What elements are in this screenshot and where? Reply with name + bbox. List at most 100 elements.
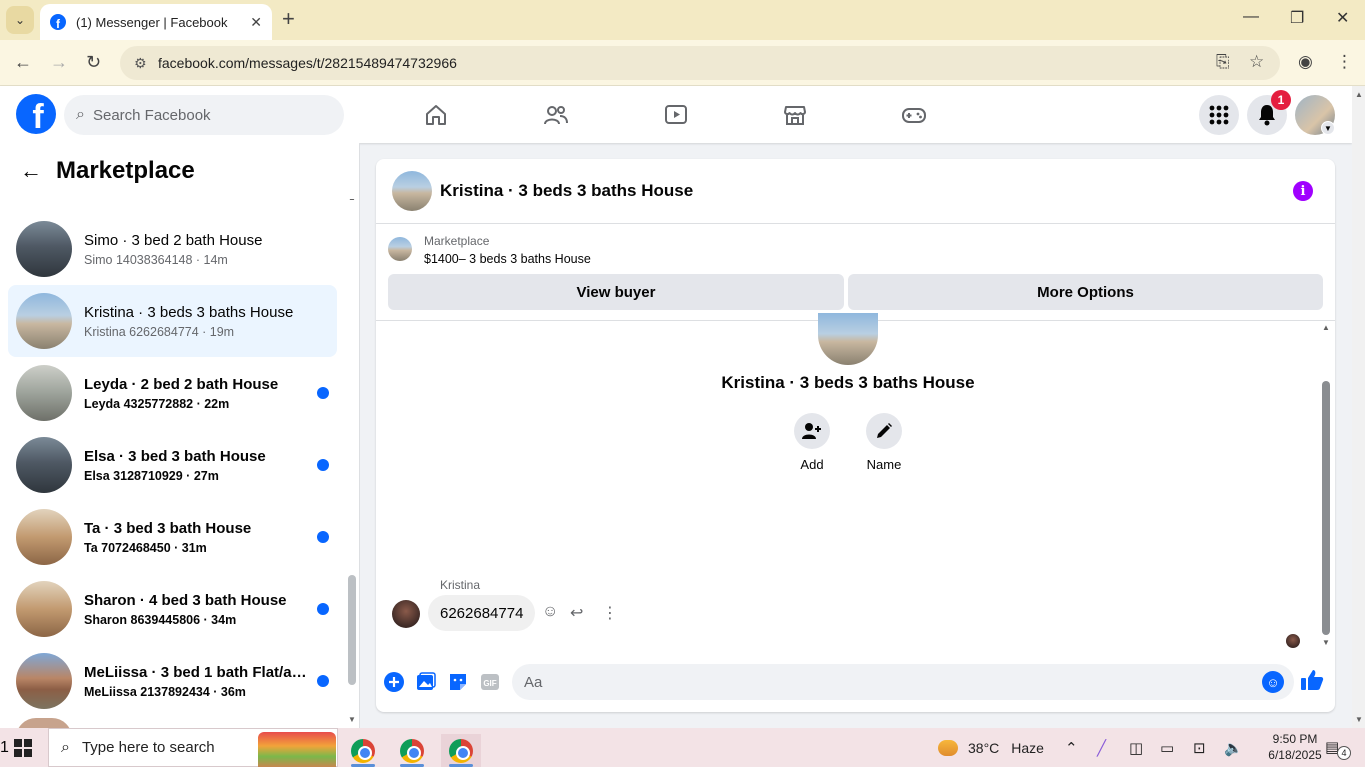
- search-icon: ⌕: [76, 106, 85, 123]
- unread-dot: [317, 531, 329, 543]
- scroll-up-icon[interactable]: ▲: [1355, 90, 1363, 99]
- chrome-taskbar-icon-active[interactable]: [441, 734, 481, 767]
- gaming-icon[interactable]: [894, 100, 934, 130]
- sender-avatar[interactable]: [392, 600, 420, 628]
- taskbar-search-text: Type here to search: [81, 739, 215, 756]
- conversation-item[interactable]: Sharon · 4 bed 3 bath House Sharon 86394…: [8, 573, 337, 645]
- new-tab-button[interactable]: +: [282, 8, 295, 30]
- page-scrollbar[interactable]: ▲ ▼: [1352, 86, 1365, 728]
- browser-tab-bar: ⌄ f (1) Messenger | Facebook ✕ + — ❐ ✕: [0, 0, 1365, 40]
- conversation-item[interactable]: Elsa · 3 bed 3 bath House Elsa 312871092…: [8, 429, 337, 501]
- weather-condition: Haze: [1011, 739, 1044, 756]
- scrollbar-thumb[interactable]: [348, 575, 356, 685]
- chrome-taskbar-icon[interactable]: [392, 734, 432, 767]
- conversation-item[interactable]: Ta · 3 bed 3 bath House Ta 7072468450 · …: [8, 501, 337, 573]
- seen-receipt-avatar: [1286, 634, 1300, 648]
- message-bubble[interactable]: 6262684774: [428, 595, 536, 631]
- gif-icon[interactable]: GIF: [480, 672, 500, 692]
- chrome-icon: [449, 738, 473, 763]
- friends-icon[interactable]: [536, 100, 576, 130]
- pen-icon[interactable]: ╱: [1097, 739, 1106, 757]
- thumbs-up-icon[interactable]: [1300, 669, 1324, 697]
- scroll-down-icon[interactable]: ▼: [1355, 715, 1363, 724]
- battery-icon[interactable]: ▭: [1160, 739, 1174, 757]
- search-icon: ⌕: [61, 738, 70, 756]
- site-settings-icon[interactable]: ⚙: [134, 55, 154, 72]
- system-clock[interactable]: 9:50 PM 6/18/2025: [1262, 731, 1328, 763]
- conversation-profile-photo: [818, 313, 878, 365]
- emoji-icon[interactable]: ☺: [1262, 671, 1284, 693]
- sticker-icon[interactable]: [448, 672, 468, 692]
- scroll-down-icon[interactable]: ▼: [348, 715, 356, 724]
- chrome-taskbar-icon[interactable]: [343, 734, 383, 767]
- view-buyer-button[interactable]: View buyer: [388, 274, 844, 310]
- browser-menu-icon[interactable]: ⋮: [1336, 52, 1353, 72]
- conversation-item[interactable]: Leyda · 2 bed 2 bath House Leyda 4325772…: [8, 357, 337, 429]
- bookmark-star-icon[interactable]: ☆: [1249, 52, 1264, 72]
- tab-search-button[interactable]: ⌄: [6, 6, 34, 34]
- reply-icon[interactable]: ↩: [570, 603, 583, 623]
- plus-circle-icon[interactable]: [384, 672, 404, 692]
- chat-title[interactable]: Kristina · 3 beds 3 baths House: [440, 181, 693, 201]
- facebook-header: f ⌕ 1 ▼: [0, 86, 1352, 143]
- sidebar-scrollbar[interactable]: ▲ ▼: [347, 193, 357, 728]
- weather-widget[interactable]: 38°C Haze: [938, 728, 1044, 767]
- back-arrow-icon[interactable]: ←: [20, 158, 42, 184]
- menu-grid-icon[interactable]: [1199, 95, 1239, 135]
- close-window-button[interactable]: ✕: [1336, 8, 1349, 28]
- scrollbar-thumb[interactable]: [1322, 381, 1330, 635]
- partial-conversation-thumbnail: [16, 718, 72, 728]
- message-input[interactable]: [512, 664, 1294, 700]
- minimize-button[interactable]: —: [1243, 8, 1259, 26]
- marketplace-icon[interactable]: [775, 100, 815, 130]
- tab-title: (1) Messenger | Facebook: [76, 14, 228, 30]
- scroll-down-icon[interactable]: ▼: [1322, 638, 1330, 647]
- facebook-search-input[interactable]: [92, 106, 313, 124]
- browser-tab-messenger[interactable]: f (1) Messenger | Facebook ✕: [40, 4, 272, 40]
- conversation-item-active[interactable]: Kristina · 3 beds 3 baths House Kristina…: [8, 285, 337, 357]
- search-highlight-image[interactable]: [258, 732, 336, 767]
- react-emoji-icon[interactable]: ☺: [542, 603, 558, 621]
- facebook-logo-icon[interactable]: f: [16, 94, 56, 134]
- more-options-button[interactable]: More Options: [848, 274, 1323, 310]
- listing-title[interactable]: $1400– 3 beds 3 baths House: [424, 252, 591, 266]
- scroll-up-icon[interactable]: ▲: [1322, 323, 1330, 332]
- notification-center-icon[interactable]: ▤ 4: [1325, 738, 1351, 760]
- show-hidden-icons-icon[interactable]: ⌃: [1065, 739, 1078, 757]
- facebook-search[interactable]: ⌕: [64, 95, 344, 135]
- back-button[interactable]: ←: [14, 52, 32, 73]
- pencil-icon[interactable]: [866, 413, 902, 449]
- add-person-icon[interactable]: [794, 413, 830, 449]
- conversation-name: Elsa · 3 bed 3 bath House: [84, 447, 266, 465]
- address-bar[interactable]: ⚙ facebook.com/messages/t/28215489474732…: [120, 46, 1280, 80]
- maximize-button[interactable]: ❐: [1290, 8, 1304, 28]
- marketplace-listing-bar: Marketplace $1400– 3 beds 3 baths House …: [376, 224, 1335, 321]
- close-tab-icon[interactable]: ✕: [250, 14, 262, 31]
- profile-icon[interactable]: ◉: [1298, 52, 1313, 72]
- info-icon[interactable]: i: [1293, 181, 1313, 201]
- listing-thumbnail: [16, 509, 72, 565]
- conversation-item[interactable]: Simo · 3 bed 2 bath House Simo 140383641…: [8, 213, 337, 285]
- name-action[interactable]: Name: [854, 413, 914, 472]
- home-icon[interactable]: [416, 100, 456, 130]
- camera-icon[interactable]: ◫: [1129, 739, 1143, 757]
- add-action[interactable]: Add: [782, 413, 842, 472]
- network-icon[interactable]: ⊡: [1193, 739, 1206, 757]
- photo-gallery-icon[interactable]: [416, 672, 436, 692]
- conversation-item[interactable]: MeLiissa · 3 bed 1 bath Flat/ap... MeLii…: [8, 645, 337, 717]
- more-actions-icon[interactable]: ⋮: [602, 603, 618, 623]
- conversation-preview: Simo 14038364148 · 14m: [84, 252, 228, 267]
- url-text[interactable]: facebook.com/messages/t/2821548947473296…: [158, 55, 457, 71]
- marketplace-sidebar: ← Marketplace Simo · 3 bed 2 bath House …: [0, 143, 360, 728]
- forward-button[interactable]: →: [50, 52, 68, 73]
- conversation-list: Simo · 3 bed 2 bath House Simo 140383641…: [8, 213, 338, 717]
- reload-button[interactable]: ↻: [86, 52, 101, 73]
- install-app-icon[interactable]: ⎘: [1216, 52, 1230, 72]
- windows-start-icon[interactable]: [14, 739, 32, 757]
- message-scrollbar[interactable]: ▲ ▼: [1320, 321, 1332, 651]
- chat-avatar[interactable]: [392, 171, 432, 211]
- volume-icon[interactable]: 🔈: [1224, 739, 1243, 757]
- conversation-name: Sharon · 4 bed 3 bath House: [84, 591, 287, 609]
- chevron-down-icon[interactable]: ▼: [1321, 121, 1335, 135]
- video-icon[interactable]: [656, 100, 696, 130]
